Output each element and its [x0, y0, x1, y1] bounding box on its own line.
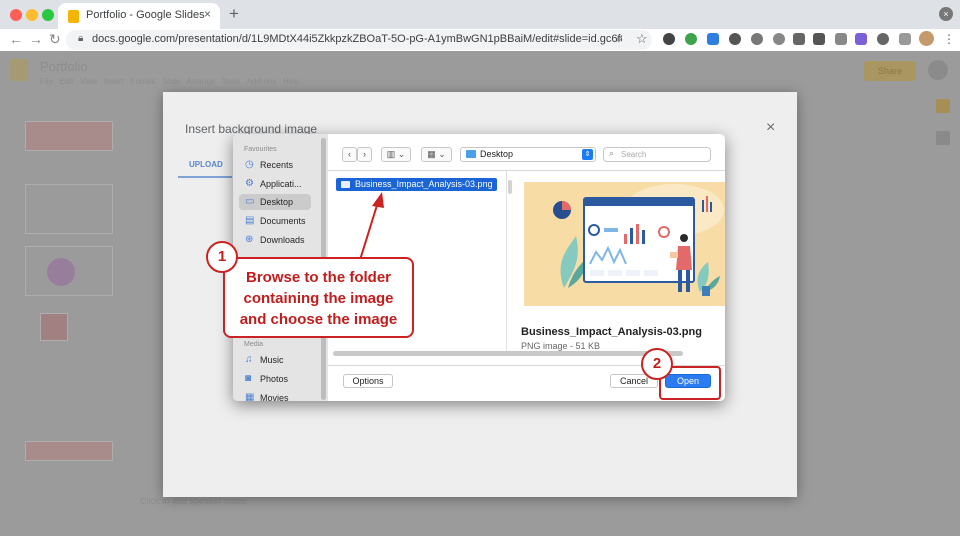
annotation-arrow: [359, 192, 384, 261]
step1-callout: Browse to the folder containing the imag…: [223, 257, 414, 338]
step1-line-1: Browse to the folder: [245, 269, 391, 286]
step1-line-2: containing the image: [243, 290, 394, 307]
step1-line-3: and choose the image: [239, 311, 398, 328]
step1-badge: 1: [206, 241, 238, 273]
step2-badge: 2: [641, 348, 673, 380]
